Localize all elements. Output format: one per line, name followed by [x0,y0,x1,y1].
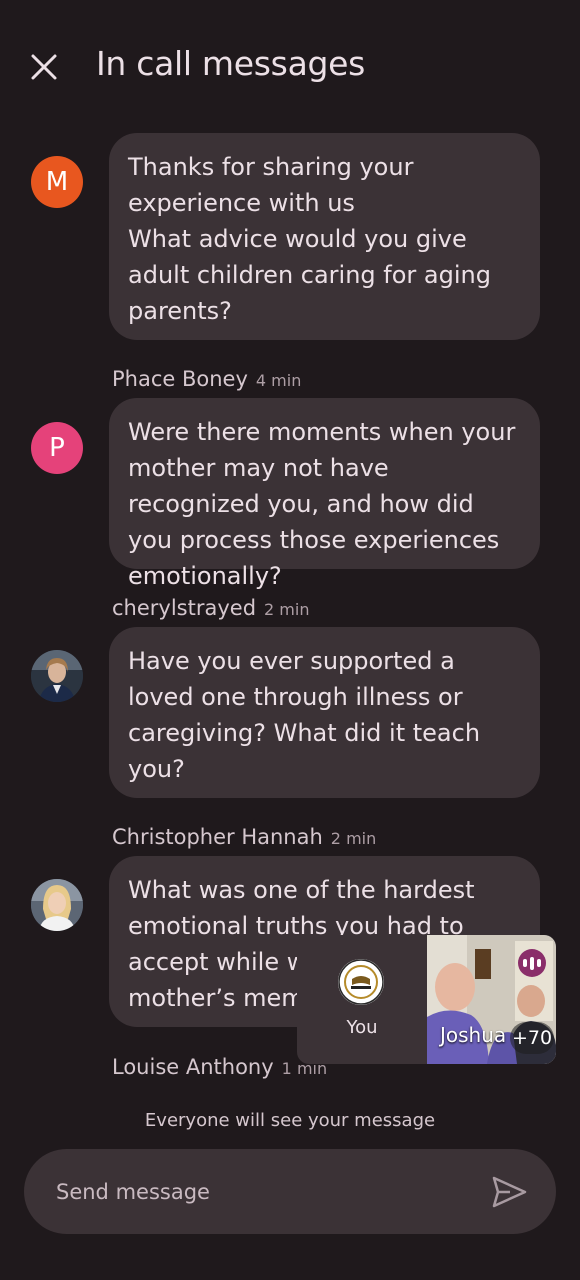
avatar-letter: P [49,433,65,463]
send-message-input[interactable] [54,1171,458,1213]
message-bubble: Thanks for sharing your experience with … [109,133,540,340]
speaking-indicator-icon [518,949,546,977]
logo-seal-icon [338,959,384,1005]
message-text: Thanks for sharing your experience with … [128,153,414,217]
message-sender: Christopher Hannah 2 min [112,825,376,849]
message-sender: Phace Boney 4 min [112,367,301,391]
message-text: Have you ever supported a loved one thro… [128,647,481,783]
self-tile[interactable]: You [297,935,427,1064]
participant-count-badge: +70 [510,1022,554,1054]
send-icon [492,1176,527,1208]
person-photo-icon [31,650,83,702]
avatar: M [31,156,83,208]
call-pip-window[interactable]: You Joshua +70 [297,935,556,1064]
sender-name: Christopher Hannah [112,825,323,849]
avatar-letter: M [45,167,69,197]
participant-name: Joshua [440,1023,507,1047]
page-title: In call messages [96,44,366,83]
message-text: What advice would you give adult childre… [128,225,491,325]
close-button[interactable] [28,50,60,84]
message-sender: cherylstrayed 2 min [112,596,309,620]
message-bubble: Have you ever supported a loved one thro… [109,627,540,798]
message-composer [24,1149,556,1234]
message-text: Were there moments when your mother may … [128,418,516,590]
sender-name: Phace Boney [112,367,248,391]
sender-name: cherylstrayed [112,596,257,620]
user-photo-avatar [31,879,83,931]
message-time: 2 min [330,829,377,848]
participant-video[interactable]: Joshua +70 [427,935,556,1064]
user-photo-avatar [31,650,83,702]
close-icon [31,54,57,80]
person-photo-icon [31,879,83,931]
message-sender: Louise Anthony 1 min [112,1055,327,1079]
sender-name: Louise Anthony [112,1055,274,1079]
self-avatar-logo [338,959,384,1005]
avatar: P [31,422,83,474]
send-button[interactable] [490,1173,530,1211]
self-label: You [346,1017,378,1038]
message-time: 4 min [255,371,302,390]
visibility-notice: Everyone will see your message [144,1110,436,1131]
header: In call messages [0,0,580,130]
message-bubble: Were there moments when your mother may … [109,398,540,590]
message-time: 2 min [264,600,310,619]
